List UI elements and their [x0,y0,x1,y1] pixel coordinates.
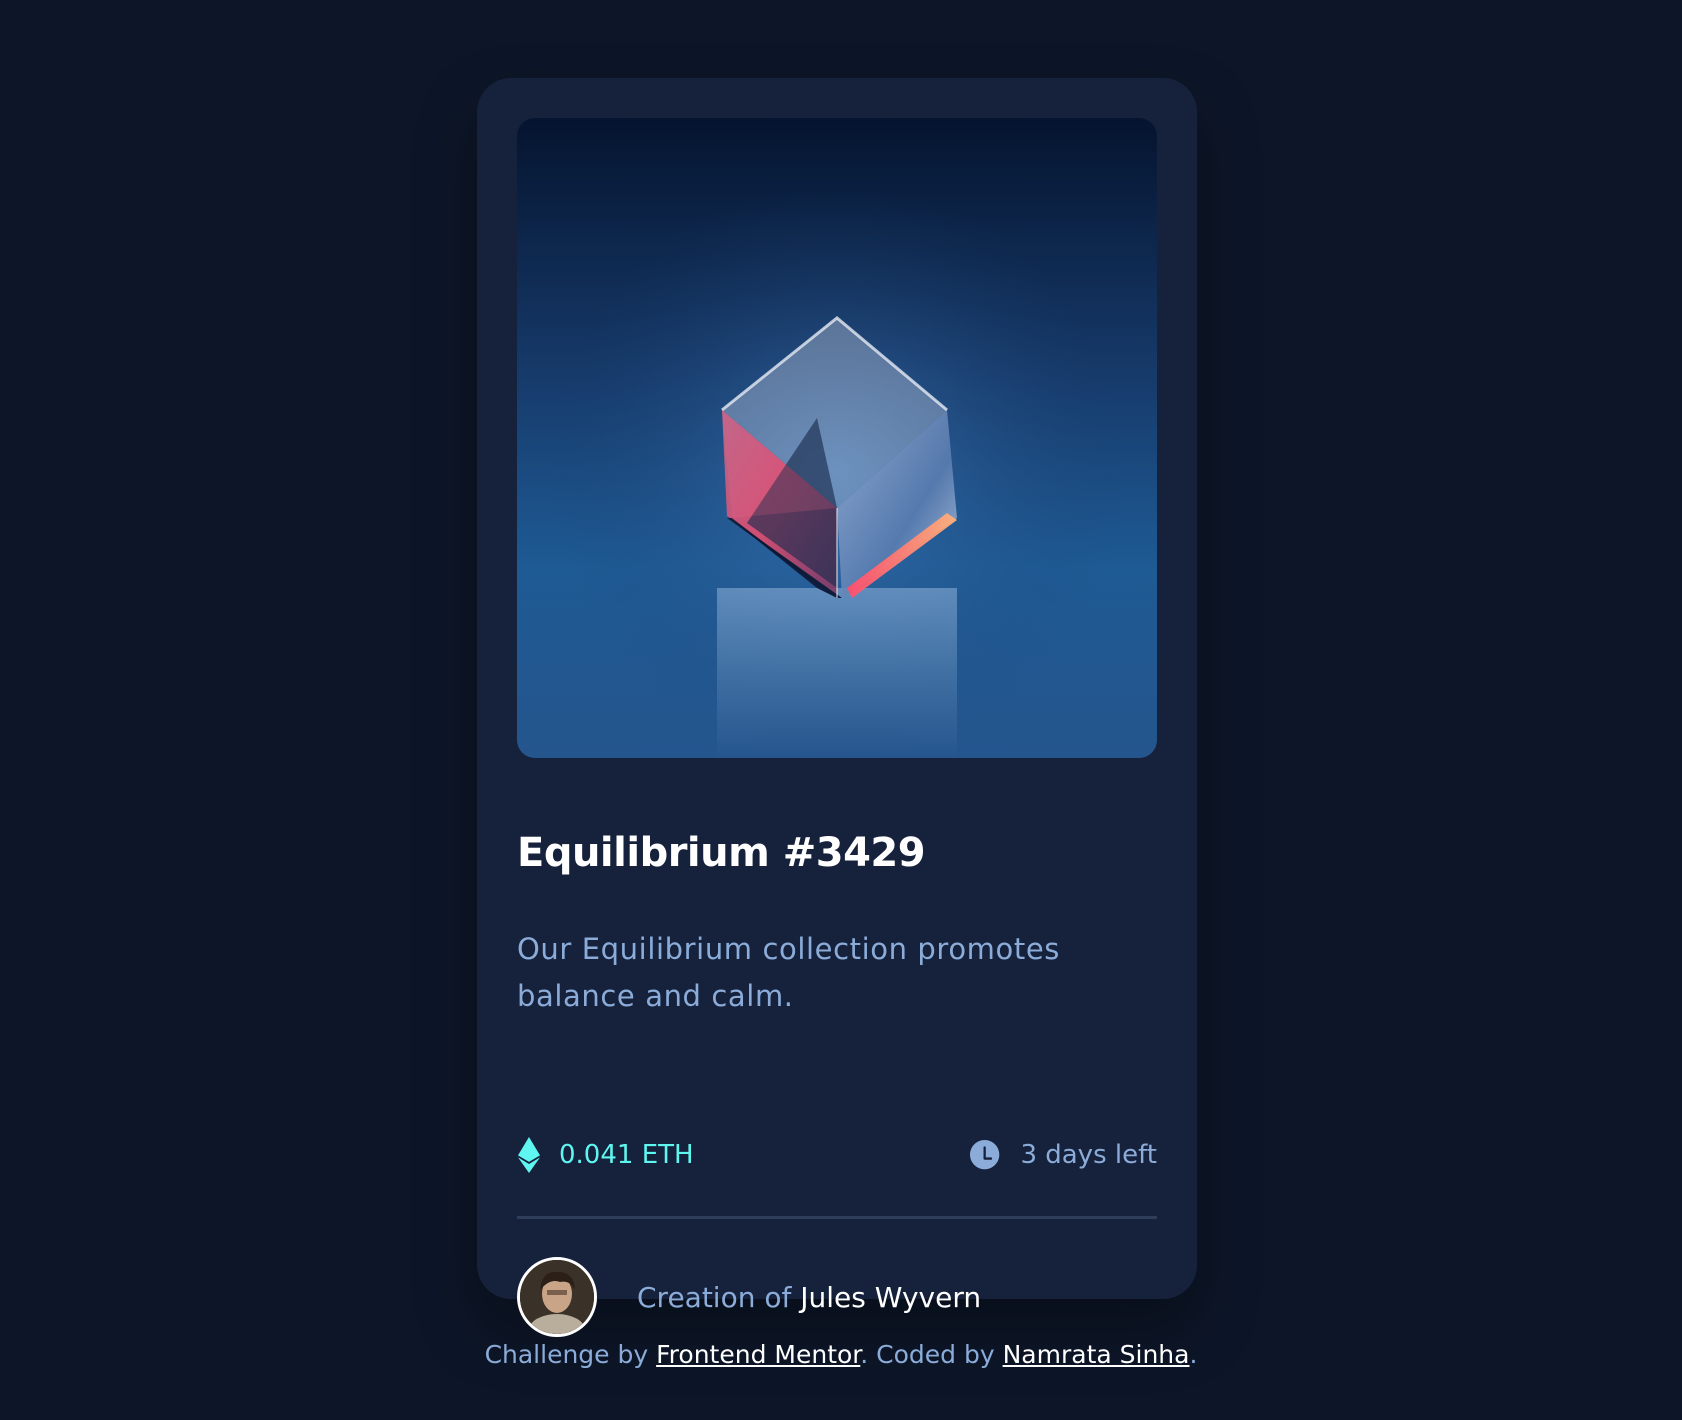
time-group: 3 days left [970,1133,1157,1177]
attribution-suffix: . [1189,1340,1198,1369]
frontend-mentor-link[interactable]: Frontend Mentor [656,1340,860,1369]
creator-name-link[interactable]: Jules Wyvern [800,1281,981,1314]
price-value: 0.041 ETH [559,1140,694,1170]
nft-meta: 0.041 ETH 3 days left [517,1133,1157,1177]
creator-avatar [517,1257,597,1337]
clock-icon [970,1140,1000,1170]
equilibrium-image[interactable] [517,118,1157,758]
attribution-coded-prefix: . Coded by [860,1340,995,1369]
creator-prefix: Creation of [637,1280,792,1314]
attribution-challenge-prefix: Challenge by [484,1340,649,1369]
author-link[interactable]: Namrata Sinha [1003,1340,1190,1369]
cube-illustration [517,118,1157,758]
nft-title[interactable]: Equilibrium #3429 [517,830,926,876]
attribution: Challenge by Frontend Mentor. Coded by N… [0,1340,1682,1369]
card-divider [517,1216,1157,1219]
creator-row: Creation of Jules Wyvern [517,1256,981,1338]
creator-text: Creation of Jules Wyvern [637,1281,981,1314]
avatar-portrait [520,1260,594,1334]
time-left-value: 3 days left [1020,1140,1157,1170]
price-group: 0.041 ETH [517,1133,694,1177]
ethereum-icon [518,1137,540,1173]
nft-description: Our Equilibrium collection promotes bala… [517,932,1060,1013]
nft-preview-card: Equilibrium #3429 Our Equilibrium collec… [477,78,1197,1337]
